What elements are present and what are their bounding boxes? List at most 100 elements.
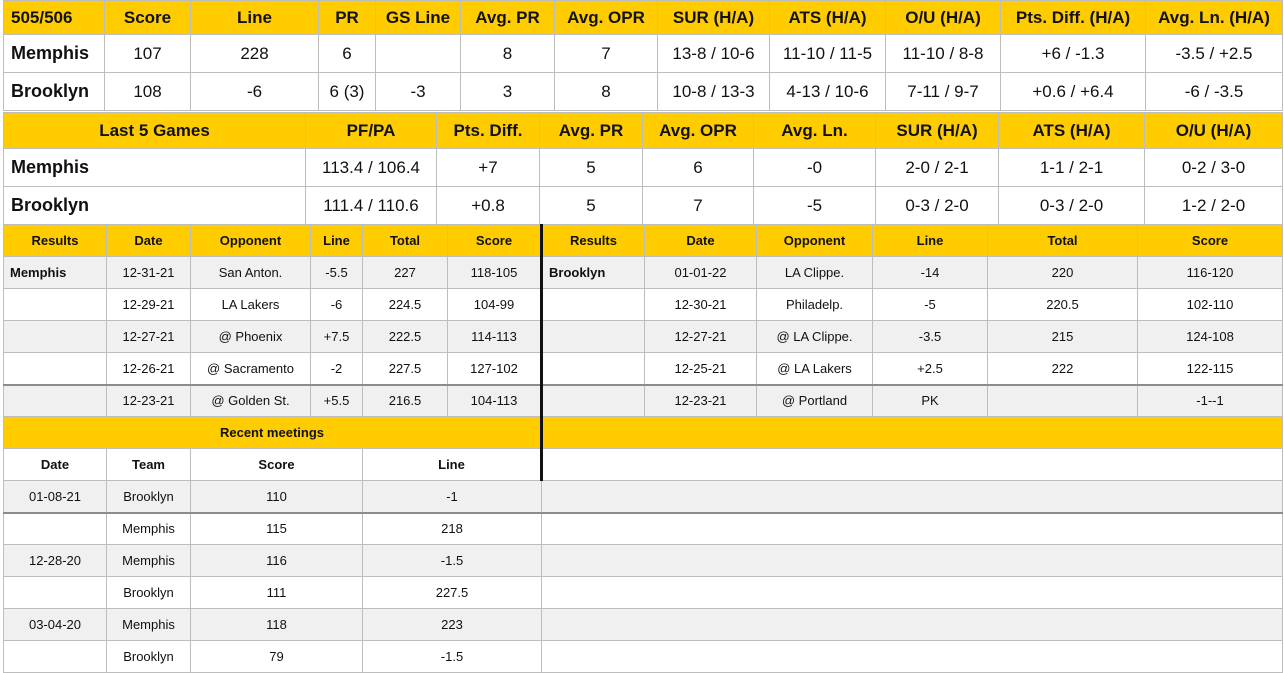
opponent-cell: San Anton. [190, 256, 311, 289]
avg-pr-cell: 8 [460, 34, 555, 73]
table-row: 12-26-21 @ Sacramento -2 227.5 127-102 1… [3, 352, 1283, 385]
last5-header-avg-pr: Avg. PR [539, 112, 643, 149]
ats-cell: 0-3 / 2-0 [998, 186, 1145, 225]
meetings-header-line: Line [362, 448, 543, 481]
line-cell: 228 [190, 34, 319, 73]
matchup-header-ats: ATS (H/A) [769, 0, 886, 35]
date-cell: 12-25-21 [644, 352, 757, 385]
avg-opr-cell: 7 [554, 34, 658, 73]
results-header-opponent: Opponent [190, 224, 311, 257]
total-cell [987, 383, 1138, 417]
team-name [3, 352, 107, 385]
sur-cell: 0-3 / 2-0 [875, 186, 999, 225]
last5-header-avg-opr: Avg. OPR [642, 112, 754, 149]
pts-diff-cell: +0.6 / +6.4 [1000, 72, 1146, 111]
score-cell: 79 [190, 640, 363, 673]
avg-ln-cell: -6 / -3.5 [1145, 72, 1283, 111]
results-header-score-2: Score [1137, 224, 1283, 257]
last5-header-pf-pa: PF/PA [305, 112, 437, 149]
empty-fill [541, 640, 1283, 673]
recent-meetings-title-row: Recent meetings [3, 416, 1283, 449]
empty-fill [541, 608, 1283, 641]
score-cell: 102-110 [1137, 288, 1283, 321]
line-cell: +5.5 [310, 383, 363, 417]
matchup-table: 505/506 Score Line PR GS Line Avg. PR Av… [3, 0, 1283, 111]
opponent-cell: @ Phoenix [190, 320, 311, 353]
ats-cell: 4-13 / 10-6 [769, 72, 886, 111]
matchup-header-row: 505/506 Score Line PR GS Line Avg. PR Av… [3, 0, 1283, 35]
recent-meetings-title-fill [541, 416, 1283, 449]
pts-diff-cell: +6 / -1.3 [1000, 34, 1146, 73]
score-cell: 104-113 [447, 383, 543, 417]
score-cell: 124-108 [1137, 320, 1283, 353]
opponent-cell: LA Lakers [190, 288, 311, 321]
pf-pa-cell: 111.4 / 110.6 [305, 186, 437, 225]
opponent-cell: @ Golden St. [190, 383, 311, 417]
team-name: Brooklyn [3, 186, 306, 225]
table-row: Brooklyn 111.4 / 110.6 +0.8 5 7 -5 0-3 /… [3, 186, 1283, 225]
sur-cell: 13-8 / 10-6 [657, 34, 770, 73]
gs-line-cell [375, 34, 461, 73]
table-row: 12-28-20 Memphis 116 -1.5 [3, 544, 1283, 577]
team-name [541, 320, 645, 353]
team-name [541, 352, 645, 385]
date-cell: 12-23-21 [644, 383, 757, 417]
last5-header-avg-ln: Avg. Ln. [753, 112, 876, 149]
date-cell: 12-27-21 [644, 320, 757, 353]
score-cell: 118 [190, 608, 363, 641]
team-cell: Memphis [106, 608, 191, 641]
avg-pr-cell: 3 [460, 72, 555, 111]
line-cell: -6 [190, 72, 319, 111]
sur-cell: 10-8 / 13-3 [657, 72, 770, 111]
team-cell: Brooklyn [106, 640, 191, 673]
line-cell: 218 [362, 511, 542, 545]
score-cell: 110 [190, 480, 363, 513]
opponent-cell: @ LA Clippe. [756, 320, 873, 353]
line-cell: 227.5 [362, 576, 542, 609]
results-header-date-2: Date [644, 224, 757, 257]
line-cell: -3.5 [872, 320, 988, 353]
team-name: Brooklyn [541, 256, 645, 289]
table-row: Memphis 12-31-21 San Anton. -5.5 227 118… [3, 256, 1283, 289]
total-cell: 220 [987, 256, 1138, 289]
avg-ln-cell: -0 [753, 148, 876, 187]
sur-cell: 2-0 / 2-1 [875, 148, 999, 187]
avg-pr-cell: 5 [539, 148, 643, 187]
matchup-header-gs-line: GS Line [375, 0, 461, 35]
total-cell: 222 [987, 352, 1138, 385]
pts-diff-cell: +7 [436, 148, 540, 187]
score-cell: 116-120 [1137, 256, 1283, 289]
team-name [3, 383, 107, 417]
last5-header-ats: ATS (H/A) [998, 112, 1145, 149]
team-cell: Memphis [106, 544, 191, 577]
date-cell: 03-04-20 [3, 608, 107, 641]
score-cell: -1--1 [1137, 383, 1283, 417]
total-cell: 224.5 [362, 288, 448, 321]
meetings-header-score: Score [190, 448, 363, 481]
table-row: Brooklyn 111 227.5 [3, 576, 1283, 609]
table-row: 12-23-21 @ Golden St. +5.5 216.5 104-113… [3, 383, 1283, 417]
line-cell: 223 [362, 608, 542, 641]
team-name [3, 288, 107, 321]
last5-table: Last 5 Games PF/PA Pts. Diff. Avg. PR Av… [3, 112, 1283, 225]
results-header-opponent-2: Opponent [756, 224, 873, 257]
date-cell: 12-23-21 [106, 383, 191, 417]
date-cell: 01-08-21 [3, 480, 107, 513]
ou-cell: 1-2 / 2-0 [1144, 186, 1283, 225]
team-name: Memphis [3, 148, 306, 187]
team-name [541, 383, 645, 417]
date-cell: 01-01-22 [644, 256, 757, 289]
results-header-score: Score [447, 224, 543, 257]
ou-cell: 7-11 / 9-7 [885, 72, 1001, 111]
line-cell: -2 [310, 352, 363, 385]
results-header-line: Line [310, 224, 363, 257]
date-cell: 12-26-21 [106, 352, 191, 385]
line-cell: -1.5 [362, 640, 542, 673]
opponent-cell: LA Clippe. [756, 256, 873, 289]
matchup-header-avg-ln: Avg. Ln. (H/A) [1145, 0, 1283, 35]
line-cell: -14 [872, 256, 988, 289]
opponent-cell: @ Portland [756, 383, 873, 417]
results-header-total: Total [362, 224, 448, 257]
results-header-results-2: Results [541, 224, 645, 257]
score-cell: 104-99 [447, 288, 543, 321]
